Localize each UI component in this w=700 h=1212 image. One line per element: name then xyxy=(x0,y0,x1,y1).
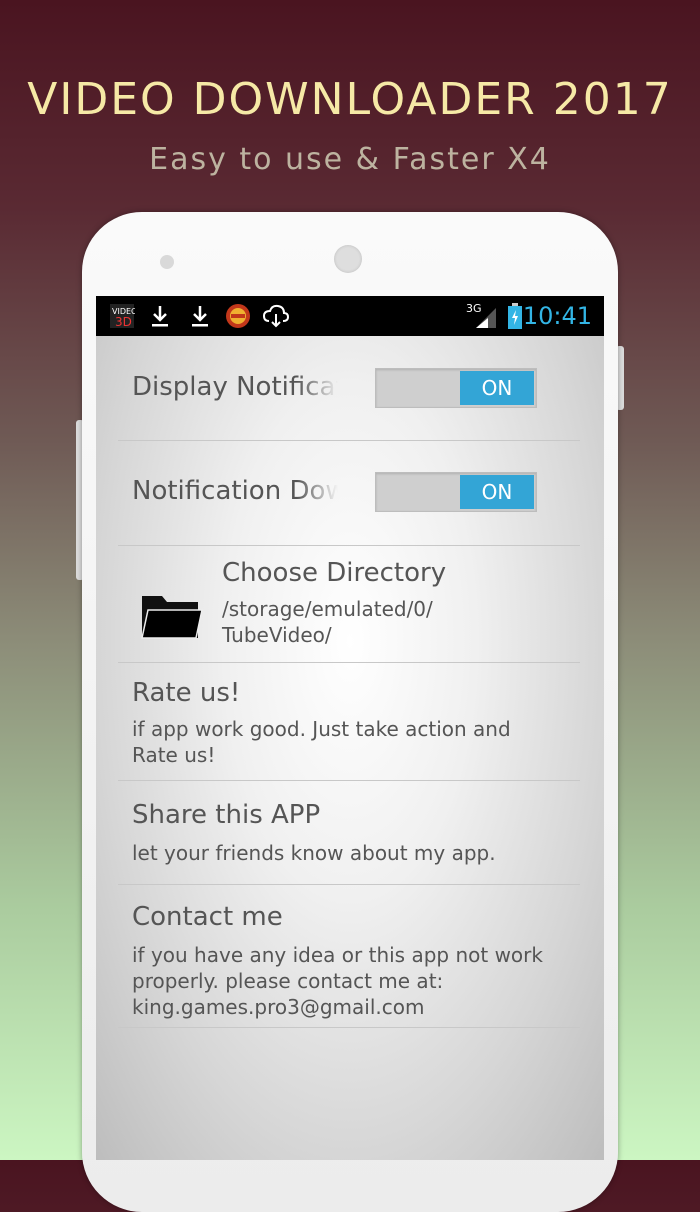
setting-notification-download[interactable]: Notification Download ON xyxy=(118,462,580,542)
svg-text:3D: 3D xyxy=(115,315,132,329)
directory-path-line1: /storage/emulated/0/ xyxy=(222,597,433,621)
download-icon xyxy=(188,302,212,330)
network-type-label: 3G xyxy=(466,302,482,315)
promo-subhead: Easy to use & Faster X4 xyxy=(149,142,551,177)
download-icon xyxy=(148,302,172,330)
setting-rate-us[interactable]: Rate us! if app work good. Just take act… xyxy=(118,666,580,778)
setting-display-notification[interactable]: Display Notification ON xyxy=(118,358,580,438)
display-notification-label: Display Notification xyxy=(132,372,338,402)
directory-path-line2: TubeVideo/ xyxy=(222,623,332,647)
share-app-desc: let your friends know about my app. xyxy=(132,841,496,865)
notification-download-toggle[interactable]: ON xyxy=(375,472,537,512)
signal-icon: 3G xyxy=(466,302,498,330)
divider xyxy=(118,1027,580,1028)
status-bar: VIDEO 3D 3G 10:41 xyxy=(96,296,604,336)
divider xyxy=(118,884,580,885)
choose-directory-title: Choose Directory xyxy=(222,558,447,588)
divider xyxy=(118,780,580,781)
promo-headline: VIDEO DOWNLOADER 2017 xyxy=(27,74,673,125)
contact-me-title: Contact me xyxy=(132,902,283,932)
phone-sensor xyxy=(160,255,174,269)
status-time: 10:41 xyxy=(522,302,592,330)
contact-me-desc: if you have any idea or this app not wor… xyxy=(132,943,543,1019)
toggle-on-knob: ON xyxy=(460,475,534,509)
phone-camera xyxy=(334,245,362,273)
app-logo-icon: VIDEO 3D xyxy=(108,302,136,330)
app-screen: VIDEO3D 3G 10:41 Display Notification ON xyxy=(96,296,604,1160)
battery-icon xyxy=(506,302,524,330)
cloud-download-icon xyxy=(262,302,290,330)
badge-icon xyxy=(224,302,252,330)
setting-share-app[interactable]: Share this APP let your friends know abo… xyxy=(118,784,580,884)
share-app-title: Share this APP xyxy=(132,800,321,830)
divider xyxy=(118,545,580,546)
folder-icon xyxy=(140,590,204,646)
setting-contact-me[interactable]: Contact me if you have any idea or this … xyxy=(118,888,580,1028)
notification-download-label: Notification Download xyxy=(132,476,338,506)
rate-us-desc: if app work good. Just take action and R… xyxy=(132,717,511,767)
divider xyxy=(118,662,580,663)
toggle-on-knob: ON xyxy=(460,371,534,405)
display-notification-toggle[interactable]: ON xyxy=(375,368,537,408)
rate-us-title: Rate us! xyxy=(132,678,241,708)
divider xyxy=(118,440,580,441)
setting-choose-directory[interactable]: Choose Directory /storage/emulated/0/ Tu… xyxy=(118,548,580,660)
